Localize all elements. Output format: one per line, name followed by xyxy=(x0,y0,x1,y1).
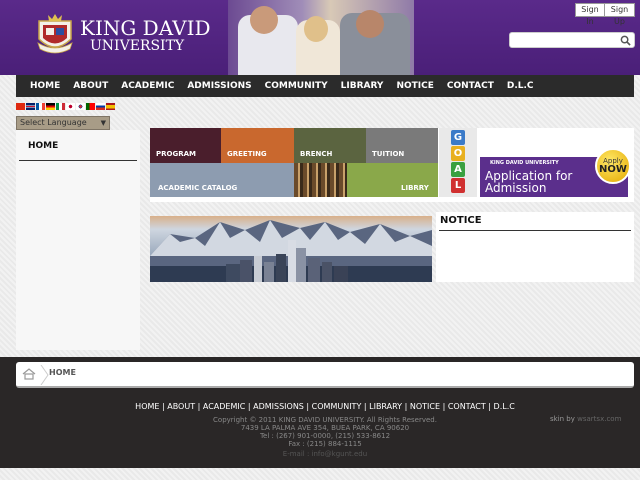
goal-blocks-image: G O A L xyxy=(439,128,477,197)
footer-links: HOME | ABOUT | ACADEMIC | ADMISSIONS | C… xyxy=(135,402,515,411)
tile-tuition-label: TUITION xyxy=(372,150,405,158)
nav-dlc[interactable]: D.L.C xyxy=(507,81,534,91)
goal-letter-g: G xyxy=(451,130,465,145)
footer-copyright: Copyright © 2011 KING DAVID UNIVERSITY. … xyxy=(213,416,437,424)
sign-up-button[interactable]: Sign Up xyxy=(604,3,635,26)
logo-line1: KING DAVID xyxy=(80,16,211,40)
search-input[interactable] xyxy=(513,39,621,53)
apply-now-label: NOW xyxy=(599,164,627,175)
apply-now-badge[interactable]: Apply NOW xyxy=(595,148,631,184)
flag-uk-icon[interactable] xyxy=(26,103,35,110)
tile-greeting-label: GREETING xyxy=(227,150,267,158)
footer-tel: Tel : (267) 901-0000, (215) 533-8612 xyxy=(259,432,391,440)
footer-link-library[interactable]: LIBRARY xyxy=(369,402,402,411)
notice-title: NOTICE xyxy=(440,215,482,226)
flag-fr-icon[interactable] xyxy=(36,103,45,110)
tile-academic-catalog[interactable]: ACADEMIC CATALOG xyxy=(150,163,294,197)
chevron-down-icon: ▼ xyxy=(100,119,106,127)
nav-notice[interactable]: NOTICE xyxy=(396,81,433,91)
sidebar-divider xyxy=(19,160,137,161)
flag-it-icon[interactable] xyxy=(56,103,65,110)
main-navigation: HOME ABOUT ACADEMIC ADMISSIONS COMMUNITY… xyxy=(16,75,634,97)
admission-university-label: KING DAVID UNIVERSITY xyxy=(490,160,559,166)
footer-link-community[interactable]: COMMUNITY xyxy=(312,402,362,411)
search-icon[interactable] xyxy=(620,35,631,46)
nav-admissions[interactable]: ADMISSIONS xyxy=(187,81,251,91)
nav-contact[interactable]: CONTACT xyxy=(447,81,494,91)
tile-library[interactable]: LIBRRY xyxy=(347,163,438,197)
admission-line2: Admission xyxy=(485,181,547,195)
nav-academic[interactable]: ACADEMIC xyxy=(121,81,174,91)
footer-fax: Fax : (215) 884-1115 xyxy=(288,440,362,448)
footer-link-notice[interactable]: NOTICE xyxy=(410,402,440,411)
skin-credit-prefix: skin by xyxy=(550,415,575,423)
breadcrumb-current: HOME xyxy=(49,368,76,377)
footer-link-about[interactable]: ABOUT xyxy=(167,402,195,411)
tile-tuition[interactable]: TUITION xyxy=(366,128,438,163)
university-crest-icon xyxy=(37,14,73,54)
sidebar: HOME xyxy=(16,130,140,350)
nav-about[interactable]: ABOUT xyxy=(73,81,108,91)
tile-brench[interactable]: BRENCH xyxy=(294,128,366,163)
flag-pt-icon[interactable] xyxy=(86,103,95,110)
site-header: KING DAVID UNIVERSITY Sign In Sign Up xyxy=(0,0,640,75)
search-bar xyxy=(509,32,635,53)
flag-kr-icon[interactable] xyxy=(76,103,85,110)
flag-de-icon[interactable] xyxy=(46,103,55,110)
language-select[interactable]: Select Language ▼ xyxy=(16,116,110,130)
tile-program-label: PROGRAM xyxy=(156,150,196,158)
flag-jp-icon[interactable] xyxy=(66,103,75,110)
home-icon[interactable] xyxy=(22,368,36,380)
skin-credit: skin by wsartsx.com xyxy=(550,415,621,423)
nav-community[interactable]: COMMUNITY xyxy=(265,81,328,91)
goal-letter-o: O xyxy=(451,146,465,161)
language-select-label: Select Language xyxy=(20,118,87,127)
footer-link-home[interactable]: HOME xyxy=(135,402,159,411)
tile-greeting[interactable]: GREETING xyxy=(221,128,294,163)
footer-link-contact[interactable]: CONTACT xyxy=(448,402,486,411)
footer-address: 7439 LA PALMA AVE 354, BUEA PARK, CA 906… xyxy=(240,424,410,432)
notice-divider xyxy=(439,230,631,231)
flag-es-icon[interactable] xyxy=(106,103,115,110)
goal-letter-a: A xyxy=(451,162,465,177)
notice-panel: NOTICE xyxy=(436,212,634,282)
logo-line2: UNIVERSITY xyxy=(90,38,185,54)
header-photo-students xyxy=(228,0,414,75)
flag-ru-icon[interactable] xyxy=(96,103,105,110)
tile-brench-label: BRENCH xyxy=(300,150,333,158)
tile-academic-catalog-label: ACADEMIC CATALOG xyxy=(158,184,238,192)
goal-letter-l: L xyxy=(451,178,465,193)
nav-library[interactable]: LIBRARY xyxy=(341,81,384,91)
sign-in-button[interactable]: Sign In xyxy=(575,3,605,26)
footer-link-academic[interactable]: ACADEMIC xyxy=(203,402,245,411)
city-mountain-photo xyxy=(150,216,432,282)
breadcrumb: HOME xyxy=(16,362,634,388)
flag-cn-icon[interactable] xyxy=(16,103,25,110)
language-flags xyxy=(16,103,116,110)
nav-home[interactable]: HOME xyxy=(30,81,60,91)
footer-link-admissions[interactable]: ADMISSIONS xyxy=(253,402,304,411)
footer-email[interactable]: E-mail : info@kgunt.edu xyxy=(0,450,640,458)
tile-library-photo[interactable] xyxy=(294,163,347,197)
mountain-skyline-image xyxy=(150,220,432,282)
tile-program[interactable]: PROGRAM xyxy=(150,128,221,163)
footer-link-dlc[interactable]: D.L.C xyxy=(494,402,515,411)
skin-credit-brand[interactable]: wsartsx.com xyxy=(577,415,621,423)
tile-library-label: LIBRRY xyxy=(401,184,429,192)
sidebar-title: HOME xyxy=(28,141,59,151)
